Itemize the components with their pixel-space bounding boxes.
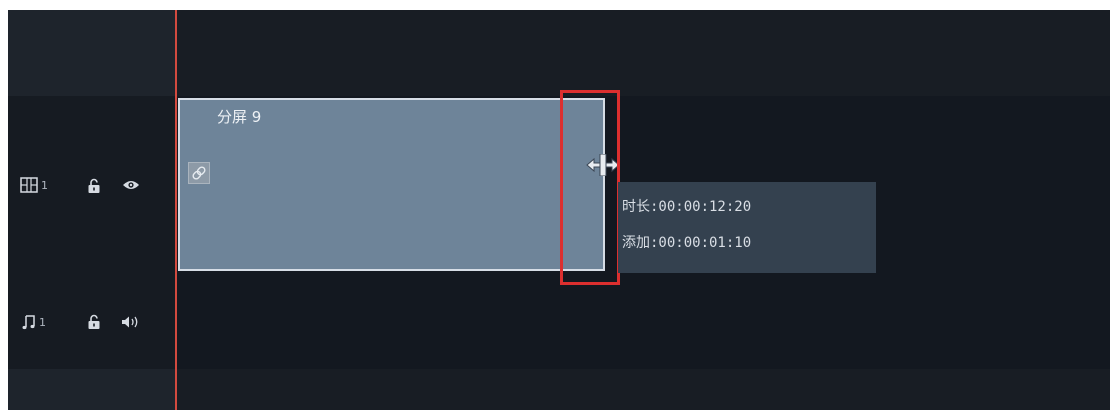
- clip-title: 分屏 9: [217, 108, 262, 126]
- audio-volume-button[interactable]: [121, 315, 141, 329]
- lock-icon: [88, 314, 100, 329]
- split-screen-track-icon: [20, 177, 38, 193]
- split-screen-clip[interactable]: 分屏 9: [178, 98, 605, 271]
- music-note-icon: [22, 315, 35, 330]
- timeline-ruler[interactable]: [175, 10, 1110, 96]
- video-lock-button[interactable]: [87, 178, 101, 194]
- tooltip-duration: 时长:00:00:12:20: [622, 199, 752, 215]
- playhead-line[interactable]: [175, 10, 177, 410]
- audio-track-header: 1: [8, 274, 175, 369]
- video-visibility-button[interactable]: [122, 179, 140, 191]
- clip-link-button[interactable]: [188, 162, 210, 184]
- eye-icon: [123, 181, 139, 189]
- timeline-ruler-left: [8, 10, 175, 96]
- lock-icon: [88, 178, 100, 193]
- link-icon: [192, 166, 206, 180]
- video-track-header: 1: [8, 96, 175, 274]
- clip-end-handle-highlight: [560, 90, 620, 285]
- timeline-footer-left: [8, 369, 175, 410]
- audio-lock-button[interactable]: [87, 314, 101, 330]
- video-track-number: 1: [41, 178, 48, 192]
- audio-track-lane[interactable]: [175, 274, 1110, 369]
- video-track-id: 1: [20, 177, 48, 193]
- timeline-footer: [175, 369, 1110, 410]
- timeline-panel: 1 1 分屏 9 时长:00:00:12:20 添加:00:00:01:10: [8, 10, 1110, 410]
- clip-duration-tooltip: 时长:00:00:12:20 添加:00:00:01:10: [618, 182, 876, 273]
- tooltip-added: 添加:00:00:01:10: [622, 235, 752, 251]
- audio-track-number: 1: [39, 315, 46, 329]
- audio-track-id: 1: [22, 314, 46, 330]
- speaker-icon: [122, 316, 138, 328]
